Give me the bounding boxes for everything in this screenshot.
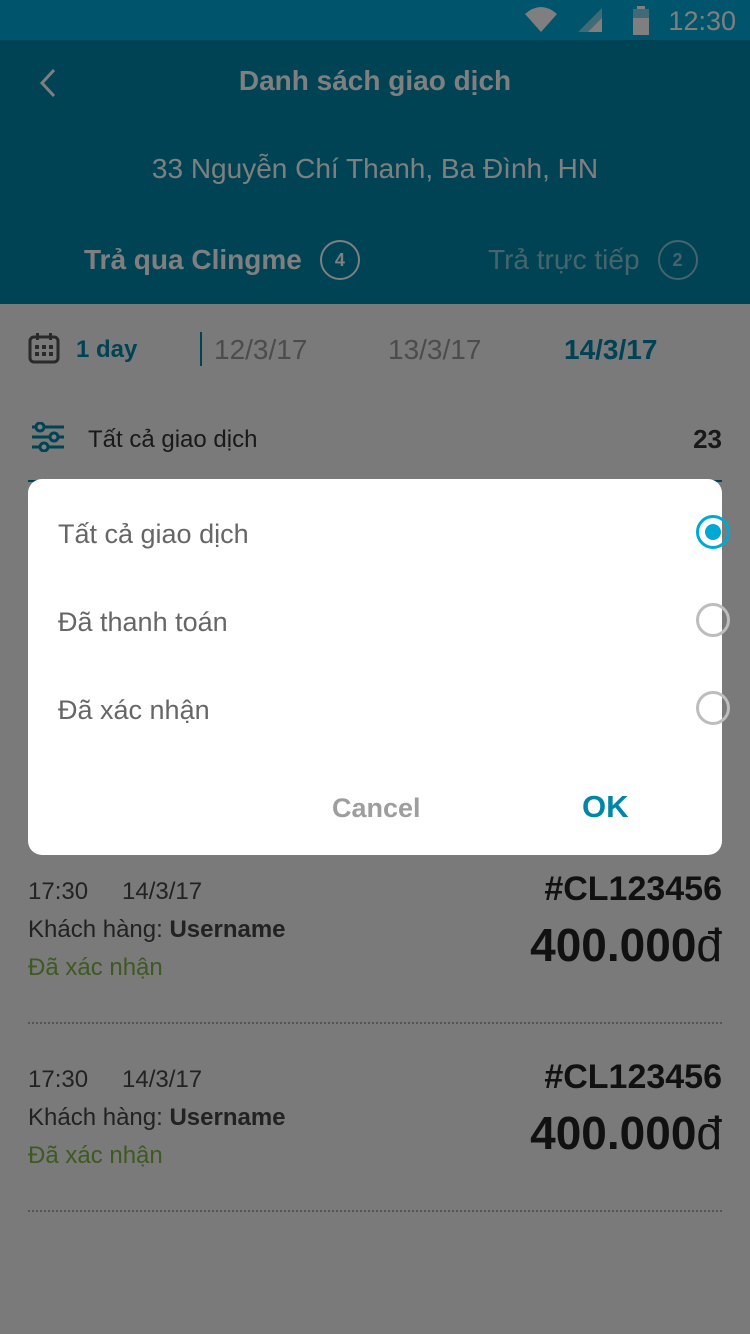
option-label: Tất cả giao dịch [58, 519, 249, 549]
option-confirmed[interactable]: Đã xác nhận [58, 667, 730, 737]
option-paid[interactable]: Đã thanh toán [58, 579, 730, 649]
radio-unselected[interactable] [696, 603, 730, 637]
option-label: Đã xác nhận [58, 695, 210, 725]
option-label: Đã thanh toán [58, 607, 228, 637]
radio-selected[interactable] [696, 515, 730, 549]
filter-dialog: Tất cả giao dịch Đã thanh toán Đã xác nh… [28, 479, 730, 855]
ok-button[interactable]: OK [582, 789, 629, 825]
option-all[interactable]: Tất cả giao dịch [58, 491, 730, 561]
cancel-button[interactable]: Cancel [332, 793, 421, 824]
radio-unselected[interactable] [696, 691, 730, 725]
